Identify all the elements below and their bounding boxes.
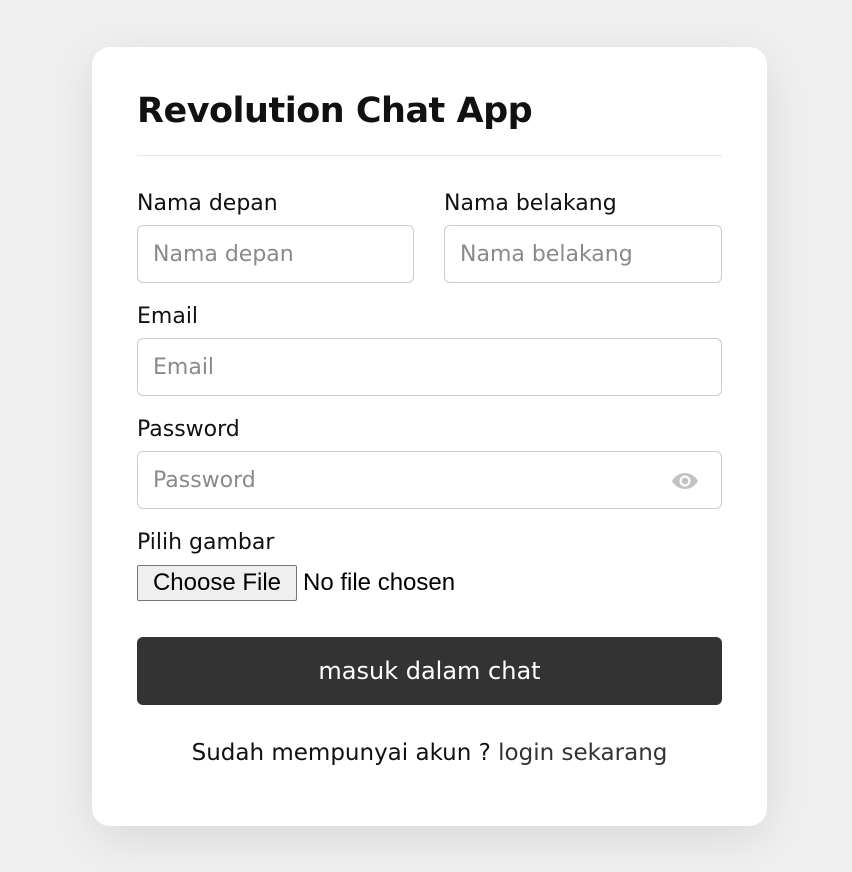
submit-chat-button[interactable]: masuk dalam chat (137, 637, 722, 705)
last-name-input[interactable] (444, 225, 722, 283)
password-input[interactable] (137, 451, 722, 509)
login-link[interactable]: login sekarang (498, 740, 667, 766)
image-label: Pilih gambar (137, 530, 275, 555)
login-prompt-text: Sudah mempunyai akun ? (191, 740, 491, 766)
file-status-text: No file chosen (303, 569, 456, 596)
email-label: Email (137, 304, 199, 329)
app-title: Revolution Chat App (137, 91, 533, 131)
login-prompt: Sudah mempunyai akun ? login sekarang (137, 738, 722, 768)
email-input[interactable] (137, 338, 722, 396)
first-name-input[interactable] (137, 225, 414, 283)
signup-card: Revolution Chat App Nama depan Nama bela… (92, 47, 767, 826)
password-label: Password (137, 417, 240, 442)
last-name-label: Nama belakang (444, 191, 617, 216)
choose-file-button[interactable]: Choose File (137, 565, 297, 601)
title-divider (137, 155, 722, 156)
eye-icon[interactable] (671, 472, 699, 490)
first-name-label: Nama depan (137, 191, 278, 216)
